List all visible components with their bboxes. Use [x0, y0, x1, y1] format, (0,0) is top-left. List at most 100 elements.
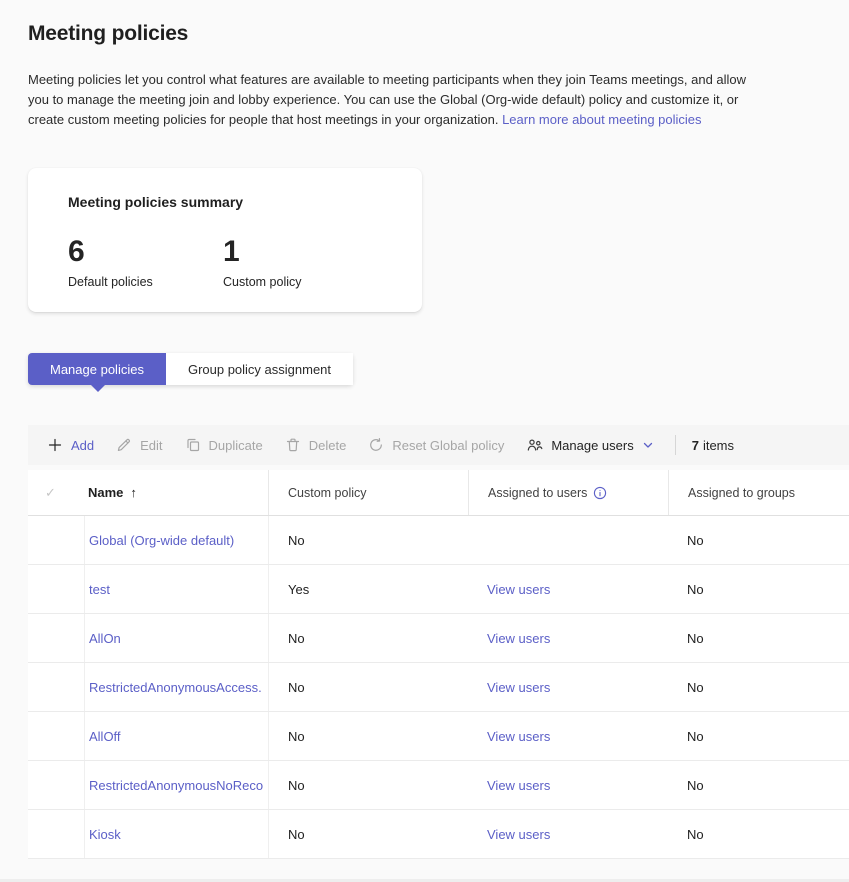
- assigned-users-cell: View users: [468, 810, 668, 858]
- view-users-link[interactable]: View users: [487, 680, 550, 695]
- table-row[interactable]: test Yes View users No: [28, 565, 849, 614]
- plus-icon: [47, 437, 63, 453]
- assigned-users-cell: View users: [468, 761, 668, 809]
- edit-button[interactable]: Edit: [105, 429, 173, 461]
- table-header: ✓ Name ↑ Custom policy Assigned to users…: [28, 470, 849, 516]
- assigned-users-cell: [468, 516, 668, 564]
- table-row[interactable]: RestrictedAnonymousNoReco No View users …: [28, 761, 849, 810]
- assigned-groups-cell: No: [668, 516, 849, 564]
- description-line: you to manage the meeting join and lobby…: [28, 90, 821, 110]
- select-all-checkmark-icon[interactable]: ✓: [28, 470, 84, 515]
- view-users-link[interactable]: View users: [487, 582, 550, 597]
- row-checkbox-cell: [28, 565, 84, 613]
- sort-ascending-icon: ↑: [130, 485, 137, 500]
- delete-button-label: Delete: [309, 438, 347, 453]
- policy-name-link[interactable]: Global (Org-wide default): [89, 533, 234, 548]
- view-users-link[interactable]: View users: [487, 827, 550, 842]
- delete-button[interactable]: Delete: [274, 429, 358, 461]
- column-header-assigned-users: Assigned to users: [468, 470, 668, 515]
- table-row[interactable]: RestrictedAnonymousAccess. No View users…: [28, 663, 849, 712]
- edit-button-label: Edit: [140, 438, 162, 453]
- policy-name-cell: Global (Org-wide default): [84, 516, 268, 564]
- duplicate-button[interactable]: Duplicate: [174, 429, 274, 461]
- assigned-groups-cell: No: [668, 614, 849, 662]
- policies-table: ✓ Name ↑ Custom policy Assigned to users…: [28, 470, 849, 859]
- assigned-groups-cell: No: [668, 761, 849, 809]
- policy-name-cell: RestrictedAnonymousAccess.: [84, 663, 268, 711]
- custom-policy-cell: No: [268, 516, 468, 564]
- page-description: Meeting policies let you control what fe…: [28, 70, 821, 130]
- reset-global-policy-label: Reset Global policy: [392, 438, 504, 453]
- row-checkbox-cell: [28, 761, 84, 809]
- policy-name-link[interactable]: RestrictedAnonymousNoReco: [89, 778, 263, 793]
- tab-manage-policies[interactable]: Manage policies: [28, 353, 166, 385]
- stat-custom-policy: 1 Custom policy: [223, 236, 378, 289]
- policy-name-link[interactable]: test: [89, 582, 110, 597]
- policy-name-cell: RestrictedAnonymousNoReco: [84, 761, 268, 809]
- assigned-users-cell: View users: [468, 565, 668, 613]
- row-checkbox-cell: [28, 663, 84, 711]
- column-header-name-label: Name: [88, 485, 123, 500]
- table-row[interactable]: AllOn No View users No: [28, 614, 849, 663]
- custom-policy-cell: No: [268, 663, 468, 711]
- assigned-groups-cell: No: [668, 712, 849, 760]
- custom-policy-cell: Yes: [268, 565, 468, 613]
- table-row[interactable]: AllOff No View users No: [28, 712, 849, 761]
- toolbar: Add Edit Duplicate Delete Reset Global p…: [28, 425, 849, 465]
- items-count-number: 7: [692, 438, 699, 453]
- manage-users-button[interactable]: Manage users: [515, 429, 664, 461]
- table-row[interactable]: Global (Org-wide default) No No: [28, 516, 849, 565]
- row-checkbox-cell: [28, 810, 84, 858]
- description-line: create custom meeting policies for peopl…: [28, 112, 498, 127]
- reset-global-policy-button[interactable]: Reset Global policy: [357, 429, 515, 461]
- policy-name-cell: AllOff: [84, 712, 268, 760]
- summary-stats: 6 Default policies 1 Custom policy: [68, 236, 422, 289]
- stat-value: 1: [223, 236, 378, 268]
- stat-label: Custom policy: [223, 275, 378, 289]
- duplicate-button-label: Duplicate: [209, 438, 263, 453]
- column-header-assigned-groups: Assigned to groups: [668, 470, 849, 515]
- manage-users-label: Manage users: [551, 438, 633, 453]
- assigned-groups-cell: No: [668, 565, 849, 613]
- stat-label: Default policies: [68, 275, 223, 289]
- row-checkbox-cell: [28, 614, 84, 662]
- view-users-link[interactable]: View users: [487, 778, 550, 793]
- info-icon[interactable]: [593, 486, 607, 500]
- learn-more-link[interactable]: Learn more about meeting policies: [502, 112, 701, 127]
- copy-icon: [185, 437, 201, 453]
- page-title: Meeting policies: [28, 22, 821, 46]
- tab-group-policy-assignment[interactable]: Group policy assignment: [166, 353, 353, 385]
- policy-name-link[interactable]: Kiosk: [89, 827, 121, 842]
- assigned-groups-cell: No: [668, 663, 849, 711]
- add-button-label: Add: [71, 438, 94, 453]
- assigned-groups-cell: No: [668, 810, 849, 858]
- description-line: Meeting policies let you control what fe…: [28, 70, 821, 90]
- policy-name-cell: test: [84, 565, 268, 613]
- policy-name-link[interactable]: AllOff: [89, 729, 121, 744]
- tab-bar: Manage policies Group policy assignment: [28, 353, 353, 385]
- row-checkbox-cell: [28, 712, 84, 760]
- column-header-custom-policy: Custom policy: [268, 470, 468, 515]
- custom-policy-cell: No: [268, 614, 468, 662]
- policy-name-link[interactable]: AllOn: [89, 631, 121, 646]
- summary-card-title: Meeting policies summary: [68, 194, 422, 210]
- toolbar-divider: [675, 435, 676, 455]
- add-button[interactable]: Add: [36, 429, 105, 461]
- view-users-link[interactable]: View users: [487, 729, 550, 744]
- items-count-label: items: [703, 438, 734, 453]
- policy-name-cell: AllOn: [84, 614, 268, 662]
- stat-value: 6: [68, 236, 223, 268]
- table-row[interactable]: Kiosk No View users No: [28, 810, 849, 859]
- chevron-down-icon: [642, 439, 654, 451]
- row-checkbox-cell: [28, 516, 84, 564]
- policy-name-link[interactable]: RestrictedAnonymousAccess.: [89, 680, 262, 695]
- reset-icon: [368, 437, 384, 453]
- view-users-link[interactable]: View users: [487, 631, 550, 646]
- items-count: 7 items: [692, 438, 734, 453]
- assigned-users-cell: View users: [468, 614, 668, 662]
- assigned-users-cell: View users: [468, 712, 668, 760]
- custom-policy-cell: No: [268, 761, 468, 809]
- assigned-users-cell: View users: [468, 663, 668, 711]
- stat-default-policies: 6 Default policies: [68, 236, 223, 289]
- column-header-name[interactable]: Name ↑: [84, 470, 268, 515]
